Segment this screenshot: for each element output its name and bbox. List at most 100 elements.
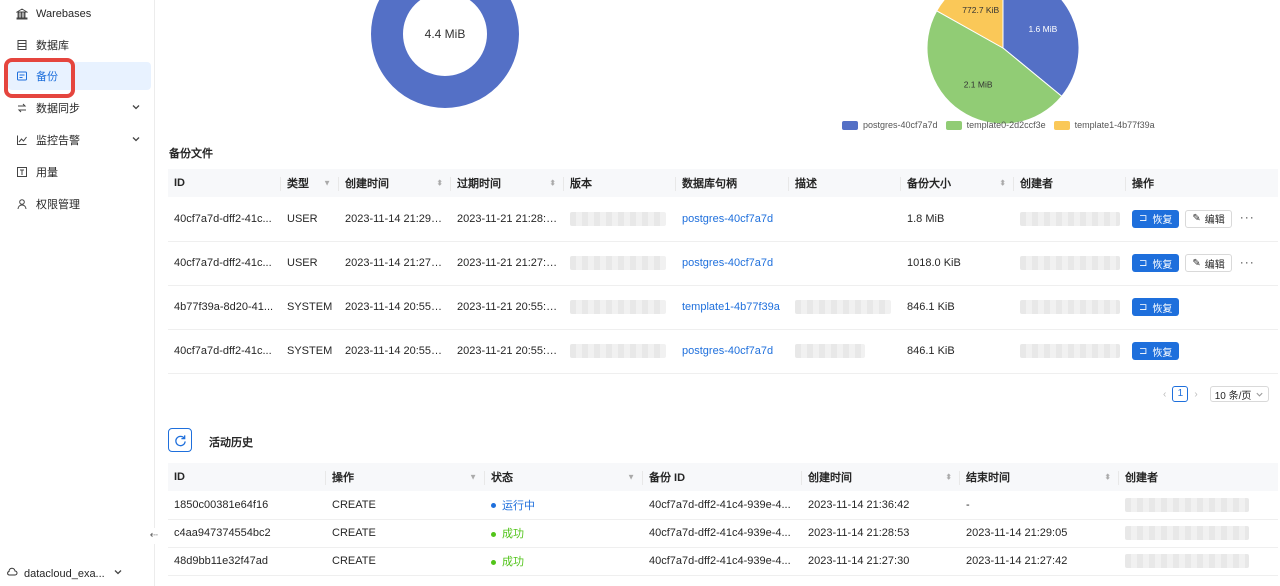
pie-slice-label: 772.7 KiB: [962, 5, 999, 15]
column-header-creator: 创建者: [1119, 463, 1278, 491]
sync-icon: [16, 102, 28, 114]
workspace-name: datacloud_exa...: [24, 567, 105, 580]
activity-history-title: 活动历史: [209, 437, 253, 449]
legend-label: postgres-40cf7a7d: [863, 120, 938, 130]
cell-operation: CREATE: [326, 547, 485, 576]
usage-icon: [16, 166, 28, 178]
filter-icon[interactable]: ▼: [469, 473, 477, 482]
cell-db-handle[interactable]: postgres-40cf7a7d: [676, 197, 789, 242]
cell-expires: 2023-11-21 20:55:01: [451, 329, 564, 374]
column-header-version: 版本: [564, 169, 676, 197]
cell-description-redacted: [789, 285, 901, 330]
chevron-down-icon[interactable]: [131, 102, 141, 115]
cell-backup-id: 40cf7a7d-dff2-41c4-939e-4...: [643, 491, 802, 520]
cell-creator-redacted: [1119, 491, 1278, 520]
column-header-size[interactable]: 备份大小 ⬍: [901, 169, 1014, 197]
user-icon: [16, 198, 28, 210]
column-header-created[interactable]: 创建时间 ⬍: [802, 463, 960, 491]
cell-size: 1.8 MiB: [901, 197, 1014, 242]
sidebar-item-label: 监控告警: [36, 135, 80, 147]
column-header-actions: 操作: [1126, 169, 1278, 197]
legend-swatch: [842, 120, 858, 130]
column-header-status[interactable]: 状态 ▼: [485, 463, 643, 491]
column-header-ended[interactable]: 结束时间 ⬍: [960, 463, 1119, 491]
column-header-type[interactable]: 类型 ▼: [281, 169, 339, 197]
sidebar-item-database[interactable]: 数据库: [8, 31, 151, 59]
column-header-id: ID: [168, 169, 281, 197]
more-actions-icon[interactable]: ···: [1240, 210, 1255, 224]
sidebar-item-label: 用量: [36, 167, 58, 179]
column-header-backup-id: 备份 ID: [643, 463, 802, 491]
legend-item[interactable]: template1-4b77f39a: [1053, 120, 1155, 130]
cell-description: [789, 241, 901, 286]
column-header-created[interactable]: 创建时间 ⬍: [339, 169, 451, 197]
column-header-operation[interactable]: 操作 ▼: [326, 463, 485, 491]
cell-expires: 2023-11-21 21:27:30: [451, 241, 564, 286]
edit-icon: ✎: [1192, 257, 1201, 269]
cell-actions: ⊐ 恢复 ✎ 编辑 ···: [1126, 197, 1278, 242]
workspace-switcher[interactable]: datacloud_exa...: [6, 566, 123, 581]
sidebar-item-label: 权限管理: [36, 199, 80, 211]
more-actions-icon[interactable]: ···: [1240, 255, 1255, 269]
sort-icon[interactable]: ⬍: [549, 179, 556, 188]
database-icon: [16, 39, 28, 51]
restore-button[interactable]: ⊐ 恢复: [1132, 342, 1180, 360]
cell-id: 1850c00381e64f16: [168, 491, 326, 520]
edit-button[interactable]: ✎ 编辑: [1185, 254, 1232, 272]
filter-icon[interactable]: ▼: [627, 473, 635, 482]
pagination: ‹ 1 › 10 条/页: [1163, 386, 1270, 402]
cell-db-handle[interactable]: template1-4b77f39a: [676, 285, 789, 330]
cell-id: 40cf7a7d-dff2-41c...: [168, 241, 281, 286]
restore-button[interactable]: ⊐ 恢复: [1132, 209, 1180, 228]
chart-line-icon: [16, 134, 28, 146]
cell-operation: CREATE: [326, 491, 485, 520]
cell-backup-id: 40cf7a7d-dff2-41c4-939e-4...: [643, 547, 802, 576]
cell-creator-redacted: [1014, 241, 1126, 286]
restore-button[interactable]: ⊐ 恢复: [1132, 254, 1180, 272]
edit-button[interactable]: ✎ 编辑: [1185, 209, 1232, 228]
legend-label: template1-4b77f39a: [1074, 120, 1155, 130]
status-dot: [491, 559, 496, 565]
cell-actions: ⊐ 恢复 ✎ 编辑 ···: [1126, 241, 1278, 286]
sidebar-item-warebases[interactable]: Warebases: [8, 0, 151, 28]
page-size-select[interactable]: 10 条/页: [1209, 386, 1270, 402]
chevron-down-icon: [1256, 392, 1263, 397]
cell-db-handle[interactable]: postgres-40cf7a7d: [676, 241, 789, 286]
sort-icon[interactable]: ⬍: [999, 179, 1006, 188]
sidebar-item-monitoring[interactable]: 监控告警: [8, 126, 151, 154]
column-header-expires[interactable]: 过期时间 ⬍: [451, 169, 564, 197]
page-1-button[interactable]: 1: [1172, 386, 1189, 402]
cell-db-handle[interactable]: postgres-40cf7a7d: [676, 329, 789, 374]
donut-center-label: 4.4 MiB: [425, 27, 466, 41]
collapse-sidebar-button[interactable]: ⇠: [146, 528, 162, 544]
cell-creator-redacted: [1014, 197, 1126, 242]
cell-creator-redacted: [1014, 329, 1126, 374]
sidebar-item-usage[interactable]: 用量: [8, 158, 151, 186]
prev-page-icon[interactable]: ‹: [1163, 389, 1166, 400]
sidebar-item-data-sync[interactable]: 数据同步: [8, 94, 151, 122]
cell-version-redacted: [564, 329, 676, 374]
sort-icon[interactable]: ⬍: [945, 473, 952, 482]
sort-icon[interactable]: ⬍: [1104, 473, 1111, 482]
restore-icon: ⊐: [1139, 301, 1148, 313]
restore-icon: ⊐: [1139, 213, 1148, 225]
cell-backup-id: 40cf7a7d-dff2-41c4-939e-4...: [643, 519, 802, 548]
legend-item[interactable]: postgres-40cf7a7d: [842, 120, 938, 130]
sort-icon[interactable]: ⬍: [436, 179, 443, 188]
cell-type: USER: [281, 197, 339, 242]
sidebar-item-permissions[interactable]: 权限管理: [8, 190, 151, 218]
cell-version-redacted: [564, 197, 676, 242]
refresh-icon: [174, 434, 186, 446]
cell-status: 成功: [485, 519, 643, 548]
cell-ended: -: [960, 491, 1119, 520]
filter-icon[interactable]: ▼: [323, 179, 331, 188]
table-row: 48d9bb11e32f47ad CREATE 成功 40cf7a7d-dff2…: [168, 547, 1278, 576]
next-page-icon[interactable]: ›: [1194, 389, 1197, 400]
legend-item[interactable]: template0-2d2ccf3e: [945, 120, 1046, 130]
column-header-db-handle: 数据库句柄: [676, 169, 789, 197]
cell-expires: 2023-11-21 20:55:04: [451, 285, 564, 330]
refresh-button[interactable]: [168, 428, 192, 452]
pie-slice-label: 2.1 MiB: [964, 79, 993, 89]
chevron-down-icon[interactable]: [131, 134, 141, 147]
restore-button[interactable]: ⊐ 恢复: [1132, 298, 1180, 316]
